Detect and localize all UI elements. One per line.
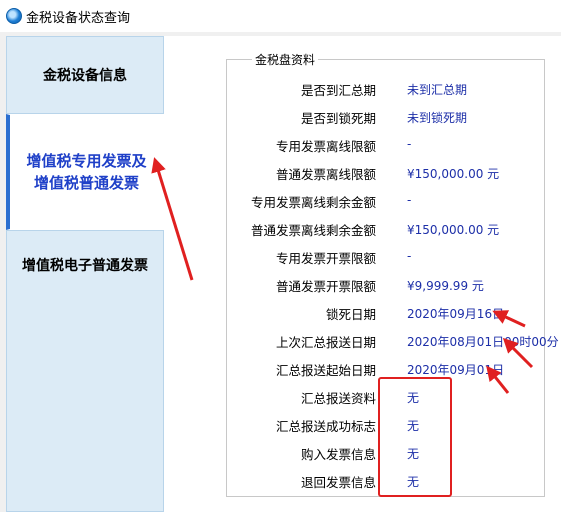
row-value: 未到汇总期	[407, 83, 468, 97]
title-bar: 金税设备状态查询	[0, 0, 561, 33]
sidebar: 金税设备信息 增值税专用发票及增值税普通发票 增值税电子普通发票	[6, 36, 164, 512]
row-value: 未到锁死期	[407, 111, 468, 125]
row-label: 汇总报送起始日期	[275, 363, 376, 378]
row-label: 锁死日期	[325, 307, 376, 322]
row-label: 普通发票离线限额	[275, 167, 376, 182]
row-value: -	[407, 193, 412, 207]
row-label: 是否到汇总期	[300, 83, 376, 98]
row-label: 专用发票离线剩余金额	[250, 195, 376, 210]
nav-item-label: 增值税专用发票及增值税普通发票	[26, 152, 147, 192]
row-label: 上次汇总报送日期	[275, 335, 376, 350]
nav-item-e-invoices[interactable]: 增值税电子普通发票	[6, 230, 164, 512]
row-label: 专用发票离线限额	[275, 139, 376, 154]
nav-item-label: 增值税电子普通发票	[22, 258, 148, 274]
row-label: 汇总报送资料	[300, 391, 376, 406]
nav-item-label: 金税设备信息	[43, 68, 127, 84]
row-value: -	[407, 249, 412, 263]
nav-item-vat-invoices[interactable]: 增值税专用发票及增值税普通发票	[6, 114, 164, 230]
nav-item-device-info[interactable]: 金税设备信息	[6, 36, 164, 114]
groupbox-title: 金税盘资料	[252, 51, 319, 68]
window-title: 金税设备状态查询	[26, 11, 131, 26]
row-value: -	[407, 137, 412, 151]
row-label: 汇总报送成功标志	[275, 419, 376, 434]
row-value: ¥150,000.00 元	[407, 223, 500, 237]
row-label: 普通发票离线剩余金额	[250, 223, 376, 238]
row-label: 购入发票信息	[300, 447, 376, 462]
row-value: ¥150,000.00 元	[407, 167, 500, 181]
row-label: 专用发票开票限额	[275, 251, 376, 266]
row-value: ¥9,999.99 元	[407, 279, 484, 293]
row-label: 退回发票信息	[300, 475, 376, 490]
row-label: 普通发票开票限额	[275, 279, 376, 294]
highlight-box	[378, 377, 452, 497]
app-icon	[6, 8, 22, 24]
row-label: 是否到锁死期	[300, 111, 376, 126]
row-value: 2020年08月01日00时00分	[407, 335, 559, 349]
row-value: 2020年09月01日	[407, 363, 505, 377]
row-value: 2020年09月16日	[407, 307, 505, 321]
